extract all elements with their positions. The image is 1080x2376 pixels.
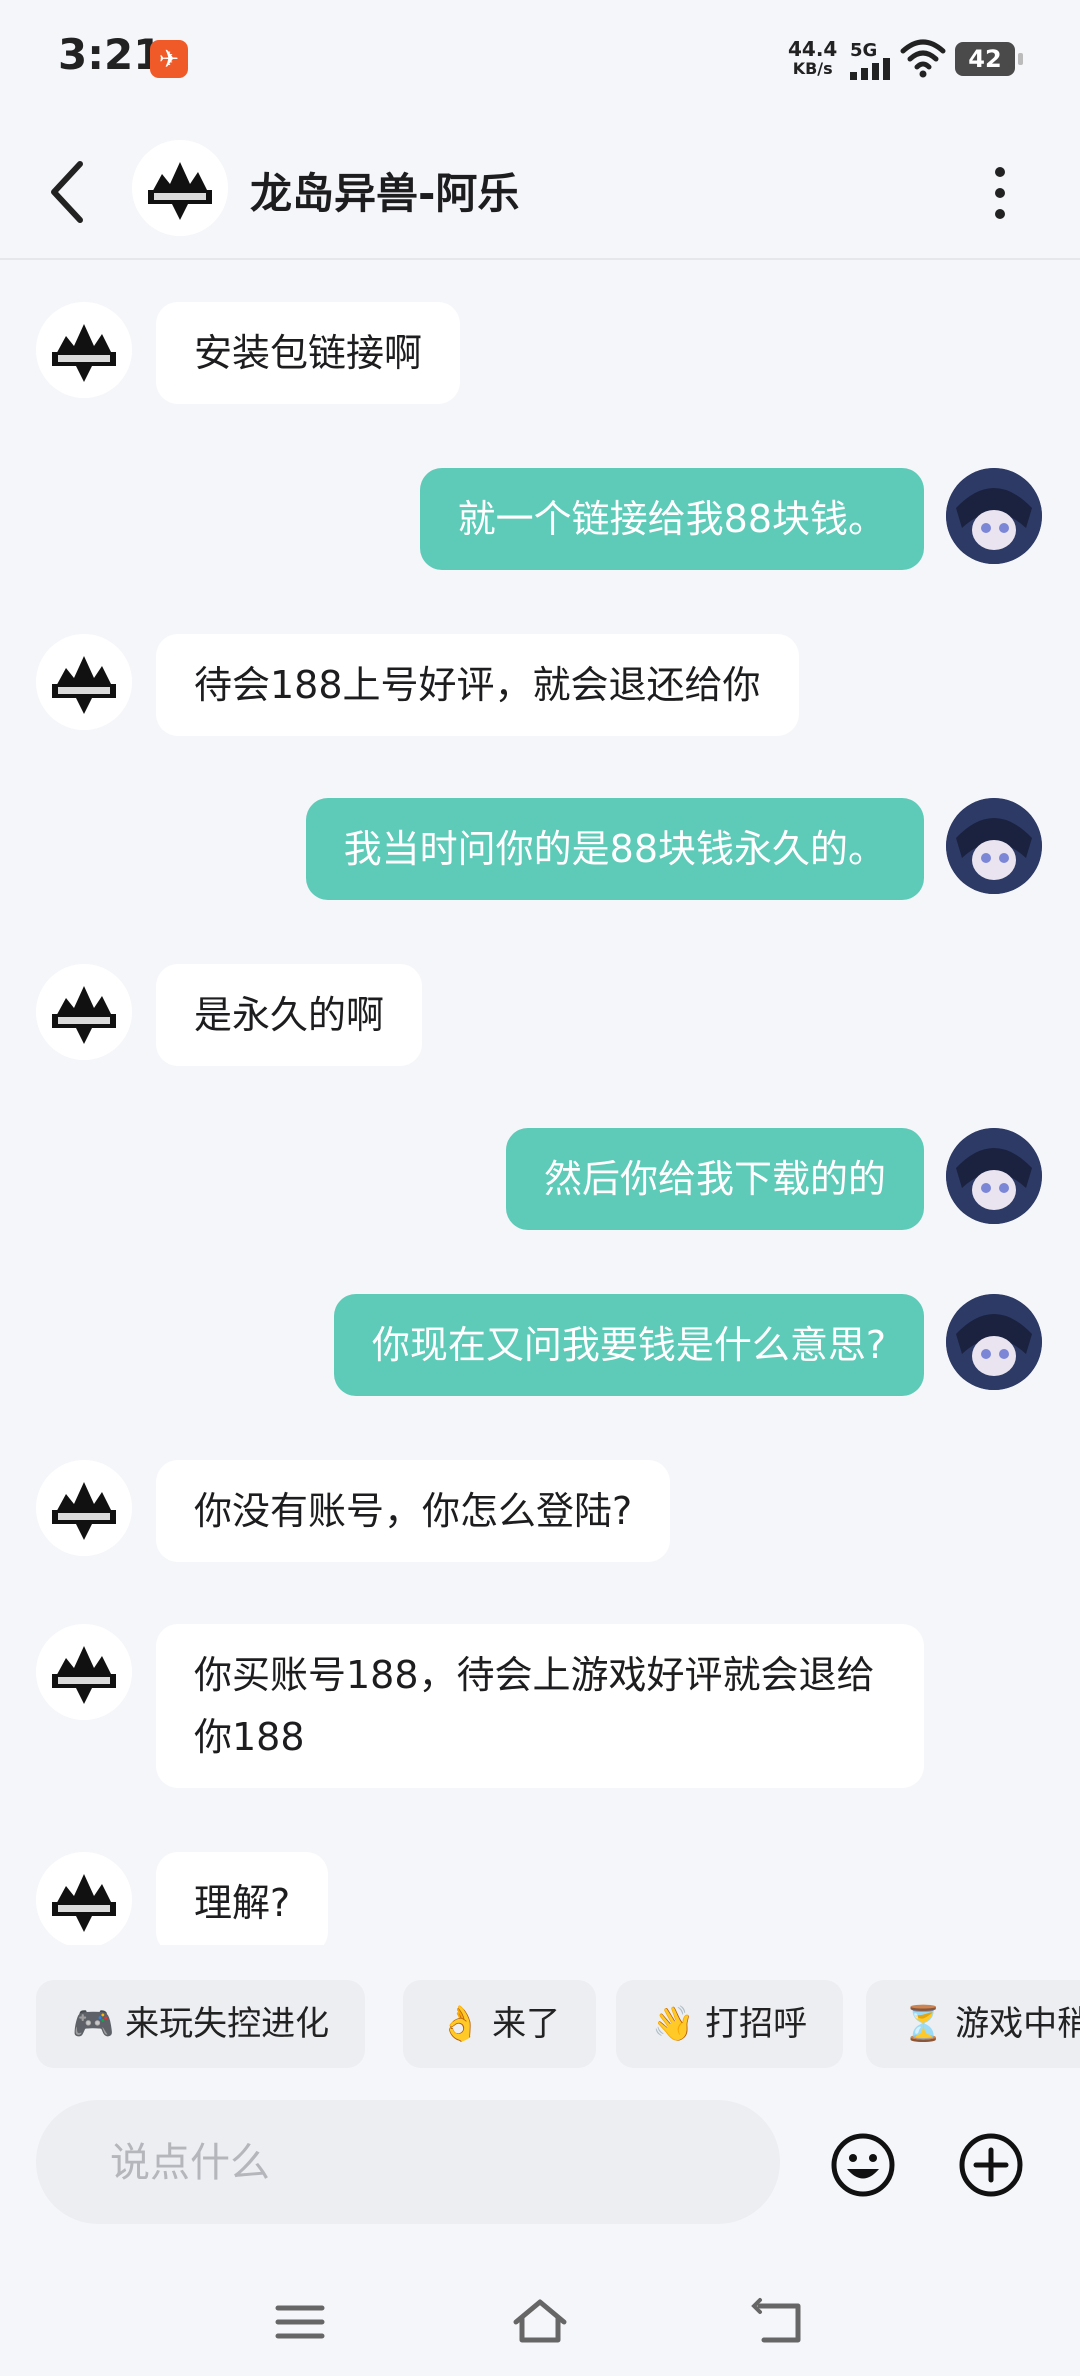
user-avatar[interactable] <box>946 798 1042 894</box>
network-speed: 44.4 KB/s <box>788 37 838 78</box>
message-bubble-received[interactable]: 是永久的啊 <box>156 964 423 1066</box>
quick-reply-label: 来玩失控进化 <box>125 2004 330 2044</box>
quick-reply-label: 游戏中稍 <box>955 2004 1080 2044</box>
game-logo-icon <box>36 1460 132 1556</box>
hourglass-icon: ⏳ <box>902 2004 945 2044</box>
user-avatar[interactable] <box>946 468 1042 564</box>
contact-avatar[interactable] <box>36 964 132 1060</box>
more-options-icon[interactable] <box>980 158 1020 228</box>
contact-avatar[interactable] <box>132 140 228 236</box>
anime-avatar-icon <box>946 468 1042 564</box>
waving-hand-icon: 👋 <box>652 2004 695 2044</box>
plus-icon[interactable] <box>958 2132 1024 2198</box>
message-bubble-received[interactable]: 理解? <box>156 1852 329 1945</box>
contact-avatar[interactable] <box>36 634 132 730</box>
message-bubble-received[interactable]: 你没有账号，你怎么登陆? <box>156 1460 671 1562</box>
contact-avatar[interactable] <box>36 1852 132 1945</box>
message-bubble-received[interactable]: 待会188上号好评，就会退还给你 <box>156 634 799 736</box>
signal-icon <box>850 58 890 80</box>
quick-reply-bar[interactable]: 🎮 来玩失控进化 👌 来了 👋 打招呼 ⏳ 游戏中稍 <box>0 1980 1080 2072</box>
battery-indicator: 42 <box>955 42 1023 76</box>
game-logo-icon <box>36 1624 132 1720</box>
quick-reply-chip[interactable]: 👌 来了 <box>403 1980 597 2068</box>
quick-reply-label: 来了 <box>492 2004 561 2044</box>
message-bubble-received[interactable]: 你买账号188，待会上游戏好评就会退给你188 <box>156 1624 924 1788</box>
message-bubble-sent[interactable]: 你现在又问我要钱是什么意思? <box>333 1294 924 1396</box>
message-bubble-sent[interactable]: 我当时问你的是88块钱永久的。 <box>305 798 924 900</box>
notification-app-icon: ✈ <box>150 40 188 78</box>
menu-icon[interactable] <box>270 2292 330 2352</box>
contact-name: 龙岛异兽-阿乐 <box>250 169 520 218</box>
game-logo-icon <box>36 302 132 398</box>
anime-avatar-icon <box>946 798 1042 894</box>
message-bubble-sent[interactable]: 然后你给我下载的的 <box>505 1128 924 1230</box>
wifi-icon <box>900 39 946 78</box>
message-input-wrapper[interactable] <box>36 2100 780 2226</box>
status-time: 3:21 <box>58 30 163 79</box>
emoji-icon[interactable] <box>830 2132 896 2198</box>
status-bar: 3:21 ✈ 44.4 KB/s 5G 42 <box>0 0 1080 120</box>
contact-avatar[interactable] <box>36 1460 132 1556</box>
message-bubble-received[interactable]: 安装包链接啊 <box>156 302 461 404</box>
message-list[interactable]: 安装包链接啊 就一个链接给我88块钱。 待会188上号好评，就会退还给你 我当时… <box>0 260 1080 1945</box>
game-logo-icon <box>36 964 132 1060</box>
system-navigation-bar <box>0 2270 1080 2376</box>
game-logo-icon <box>36 634 132 730</box>
quick-reply-chip[interactable]: ⏳ 游戏中稍 <box>866 1980 1080 2068</box>
chat-header: 龙岛异兽-阿乐 <box>0 130 1080 260</box>
anime-avatar-icon <box>946 1128 1042 1224</box>
back-nav-icon[interactable] <box>750 2292 810 2352</box>
user-avatar[interactable] <box>946 1294 1042 1390</box>
message-input[interactable] <box>108 2100 752 2226</box>
home-icon[interactable] <box>510 2292 570 2352</box>
network-speed-unit: KB/s <box>792 59 833 78</box>
gamepad-icon: 🎮 <box>72 2004 115 2044</box>
game-logo-icon <box>36 1852 132 1945</box>
contact-avatar[interactable] <box>36 1624 132 1720</box>
ok-hand-icon: 👌 <box>439 2004 482 2044</box>
game-logo-icon <box>132 140 228 236</box>
quick-reply-chip[interactable]: 🎮 来玩失控进化 <box>36 1980 366 2068</box>
quick-reply-chip[interactable]: 👋 打招呼 <box>616 1980 844 2068</box>
anime-avatar-icon <box>946 1294 1042 1390</box>
user-avatar[interactable] <box>946 1128 1042 1224</box>
back-icon[interactable] <box>40 152 100 232</box>
quick-reply-label: 打招呼 <box>705 2004 808 2044</box>
network-speed-value: 44.4 <box>788 37 838 61</box>
message-bubble-sent[interactable]: 就一个链接给我88块钱。 <box>419 468 924 570</box>
contact-avatar[interactable] <box>36 302 132 398</box>
